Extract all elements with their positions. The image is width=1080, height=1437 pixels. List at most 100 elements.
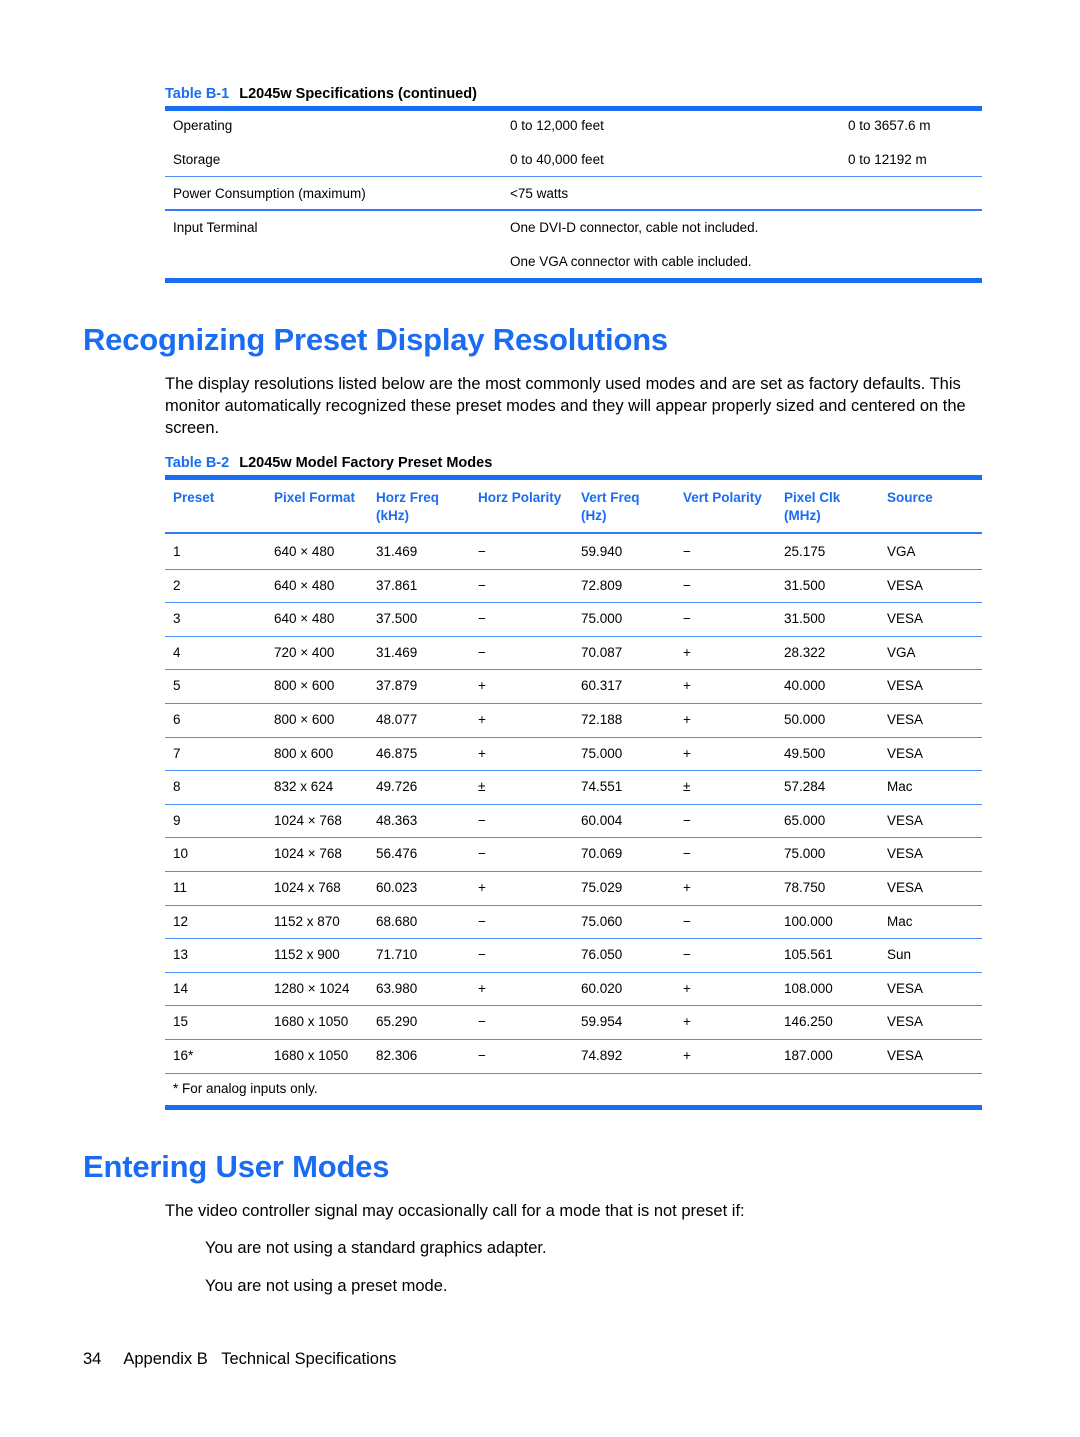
column-header: Vert Polarity xyxy=(683,490,762,505)
table-b2-title: L2045w Model Factory Preset Modes xyxy=(239,455,493,471)
table-cell: VESA xyxy=(887,846,924,862)
table-cell: 1280 × 1024 xyxy=(274,980,350,996)
table-row: 10 1024 × 768 56.476 − 70.069 − 75.000 VESA xyxy=(165,837,982,871)
table-cell: VESA xyxy=(887,745,924,761)
table-cell: 75.060 xyxy=(581,913,623,929)
table-cell: − xyxy=(683,611,691,627)
spec-metric: 0 to 12192 m xyxy=(848,152,927,167)
table-cell: 800 × 600 xyxy=(274,712,335,727)
table-cell: 4 xyxy=(173,644,181,660)
table-row: 12 1152 x 870 68.680 − 75.060 − 100.000 Mac xyxy=(165,905,982,939)
table-cell: 8 xyxy=(173,779,181,795)
table-cell: 108.000 xyxy=(784,980,833,996)
table-cell: 640 × 480 xyxy=(274,611,335,627)
table-cell: 31.500 xyxy=(784,611,826,627)
table-cell: 76.050 xyxy=(581,947,623,963)
table-cell: − xyxy=(478,644,486,660)
table-cell: − xyxy=(683,812,691,828)
table-cell: ± xyxy=(683,779,691,795)
table-b1-number: Table B-1 xyxy=(165,86,230,102)
table-cell: 75.000 xyxy=(784,846,826,862)
page-footer: 34 Appendix B Technical Specifications xyxy=(83,1350,396,1369)
spec-label: Power Consumption (maximum) xyxy=(173,186,366,201)
table-cell: 1024 × 768 xyxy=(274,846,342,862)
table-cell: 46.875 xyxy=(376,745,418,761)
table-cell: 28.322 xyxy=(784,644,826,660)
table-cell: + xyxy=(683,1048,691,1063)
row-divider xyxy=(165,209,982,211)
page-number: 34 xyxy=(83,1350,102,1368)
table-cell: 60.023 xyxy=(376,880,418,895)
table-row: 14 1280 × 1024 63.980 +60.020 +108.000 VESA xyxy=(165,972,982,1006)
spec-value: One VGA connector with cable included. xyxy=(510,254,752,269)
table-cell: 48.077 xyxy=(376,712,418,727)
table-cell: 6 xyxy=(173,712,181,727)
table-cell: Sun xyxy=(887,947,912,963)
table-cell: − xyxy=(683,544,691,559)
table-cell: 16* xyxy=(173,1048,194,1063)
table-cell: Mac xyxy=(887,779,913,795)
table-row: 15 1680 x 1050 65.290 − 59.954 +146.250 VESA xyxy=(165,1005,982,1039)
section-paragraph: The video controller signal may occasion… xyxy=(165,1202,745,1220)
table-cell: 71.710 xyxy=(376,947,418,963)
table-cell: + xyxy=(683,980,691,996)
table-cell: 10 xyxy=(173,846,189,862)
table-b1-bottom-rule xyxy=(165,278,982,283)
table-b1-title: L2045w Specifications (continued) xyxy=(239,86,477,102)
row-divider xyxy=(165,176,982,177)
table-cell: VESA xyxy=(887,712,924,727)
table-cell: 60.317 xyxy=(581,678,623,694)
table-cell: − xyxy=(683,846,691,862)
table-row: 16* 1680 x 1050 82.306 − 74.892 +187.000 VESA xyxy=(165,1039,982,1073)
table-cell: 40.000 xyxy=(784,678,826,694)
table-cell: VESA xyxy=(887,577,924,593)
table-cell: 3 xyxy=(173,611,181,627)
table-cell: + xyxy=(683,880,691,895)
table-cell: − xyxy=(478,913,486,929)
table-cell: 75.000 xyxy=(581,745,623,761)
table-b2-caption: Table B-2 L2045w Model Factory Preset Mo… xyxy=(165,455,492,471)
spec-value: <75 watts xyxy=(510,186,569,201)
table-cell: + xyxy=(478,712,486,727)
table-cell: 37.879 xyxy=(376,678,418,694)
table-cell: VESA xyxy=(887,611,924,627)
table-cell: 50.000 xyxy=(784,712,826,727)
table-cell: − xyxy=(478,846,486,862)
table-cell: 640 × 480 xyxy=(274,544,335,559)
column-header: Horz Polarity xyxy=(478,490,562,505)
table-cell: 832 x 624 xyxy=(274,779,334,795)
table-b2-header: Preset Pixel Format Horz Freq (kHz) Horz … xyxy=(165,489,982,525)
footer-section-title: Appendix B Technical Specifications xyxy=(123,1350,397,1368)
table-cell: 100.000 xyxy=(784,913,833,929)
table-cell: 5 xyxy=(173,678,181,694)
column-header: Vert Freq (Hz) xyxy=(581,490,640,523)
table-cell: − xyxy=(683,947,691,963)
table-cell: + xyxy=(683,1014,691,1030)
table-b2-header-rule xyxy=(165,532,982,534)
table-cell: + xyxy=(683,745,691,761)
table-cell: − xyxy=(478,544,486,559)
table-cell: VESA xyxy=(887,980,924,996)
table-cell: 74.892 xyxy=(581,1048,623,1063)
table-cell: 78.750 xyxy=(784,880,826,895)
table-cell: 105.561 xyxy=(784,947,833,963)
table-cell: 720 × 400 xyxy=(274,644,335,660)
table-cell: 9 xyxy=(173,812,181,828)
list-item: You are not using a preset mode. xyxy=(205,1277,448,1295)
table-cell: 7 xyxy=(173,745,181,761)
table-cell: VESA xyxy=(887,812,924,828)
table-cell: 57.284 xyxy=(784,779,826,795)
spec-label: Operating xyxy=(173,118,233,133)
table-cell: VESA xyxy=(887,880,924,895)
table-b2-top-rule xyxy=(165,475,982,480)
column-header: Preset xyxy=(173,490,215,505)
table-footnote: * For analog inputs only. xyxy=(173,1081,318,1096)
spec-metric: 0 to 3657.6 m xyxy=(848,118,931,133)
table-cell: 65.000 xyxy=(784,812,826,828)
table-b1-caption: Table B-1 L2045w Specifications (continu… xyxy=(165,86,477,102)
table-cell: 187.000 xyxy=(784,1048,833,1063)
table-cell: 37.500 xyxy=(376,611,418,627)
section-paragraph: The display resolutions listed below are… xyxy=(165,375,966,437)
table-cell: VESA xyxy=(887,1014,924,1030)
table-cell: + xyxy=(478,880,486,895)
